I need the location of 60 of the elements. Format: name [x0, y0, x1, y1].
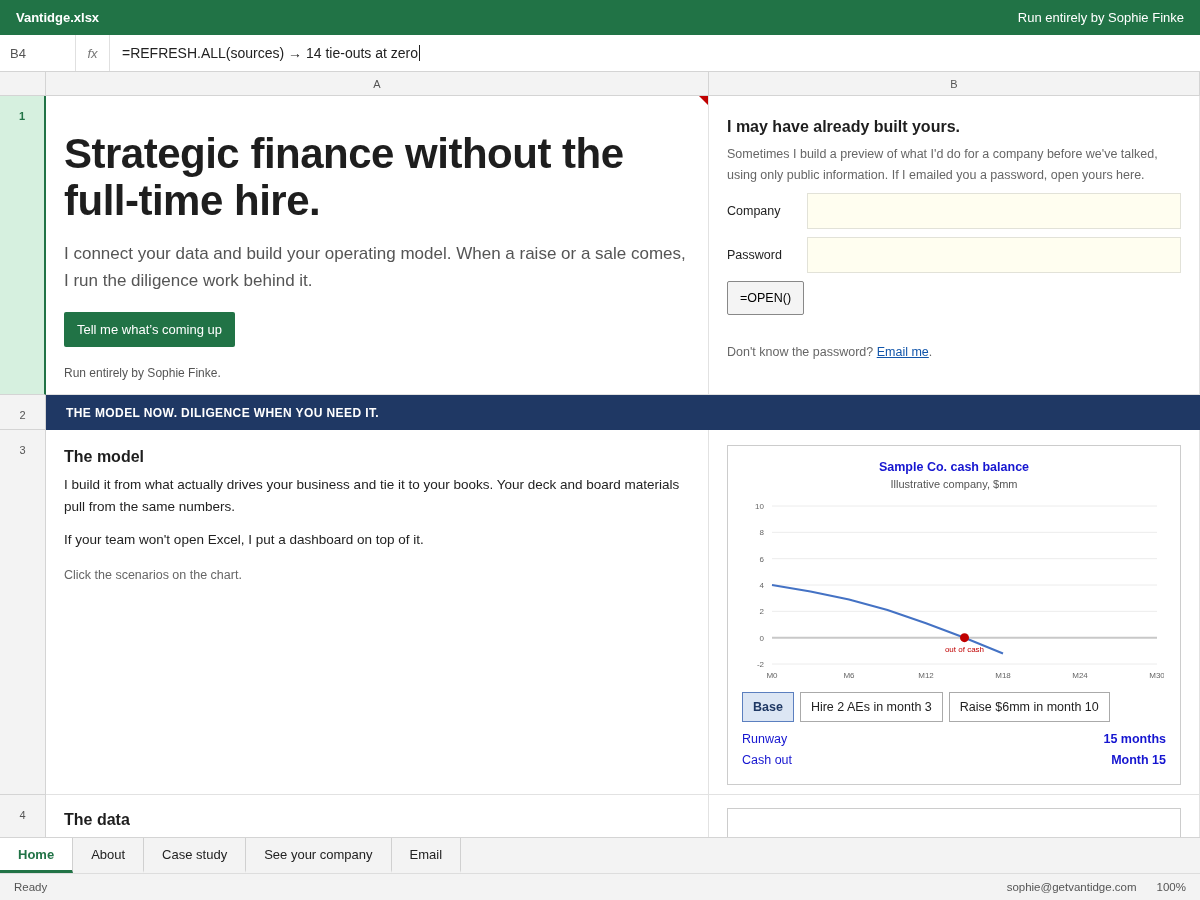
axis-tick-label: -2: [756, 660, 764, 669]
email-link[interactable]: Email me: [876, 345, 929, 360]
axis-tick-label: M12: [918, 671, 934, 680]
hero-lede: I connect your data and build your operating model. When a raise or a sale comes, I run the diligence work behind it.: [64, 243, 687, 293]
axis-tick-label: 0: [759, 633, 764, 643]
metric-value: 15 months: [1103, 732, 1166, 746]
body-text: I build it from what actually drives your business and tie it to your books. Your deck and board materials pull from the same numbers.: [64, 476, 681, 517]
help-text: Don't know the password? Email me.: [727, 345, 934, 360]
company-field[interactable]: [807, 193, 1181, 230]
chart-subtitle: Illustrative company, $mm: [889, 478, 1019, 490]
scenario-button[interactable]: Base: [742, 692, 794, 722]
chart-title: Sample Co. cash balance: [877, 460, 1031, 474]
open-button[interactable]: =OPEN(): [727, 281, 805, 316]
column-header[interactable]: A: [46, 72, 709, 95]
metric-value: Month 15: [1111, 753, 1166, 767]
section-heading: The data: [64, 811, 131, 829]
formula-text[interactable]: =REFRESH.ALL(sources) → 14 tie-outs at zero: [122, 45, 419, 61]
axis-tick-label: 6: [759, 554, 764, 564]
axis-tick-label: 4: [759, 581, 764, 590]
axis-tick-label: 8: [759, 528, 764, 538]
axis-tick-label: M24: [1072, 671, 1088, 680]
axis-tick-label: M30: [1149, 671, 1164, 680]
field-label: Password: [727, 248, 783, 263]
row-header[interactable]: 2: [0, 395, 46, 430]
title-tagline: Run entirely by Sophie Finke: [1017, 10, 1184, 25]
status-email: sophie@getvantidge.com: [1006, 881, 1137, 893]
scenario-button[interactable]: Hire 2 AEs in month 3: [799, 692, 943, 722]
password-field[interactable]: [807, 237, 1181, 274]
axis-tick-label: M0: [766, 671, 778, 680]
data-point-marker: [960, 633, 969, 643]
scenario-button[interactable]: Raise $6mm in month 10: [948, 692, 1110, 722]
hero-headline: Strategic finance without the full-time hire.: [64, 130, 625, 225]
sheet-tab[interactable]: Home: [0, 838, 74, 873]
row-header[interactable]: 4: [0, 795, 46, 837]
axis-tick-label: M6: [843, 671, 855, 680]
column-header[interactable]: B: [709, 72, 1200, 95]
field-label: Company: [727, 204, 782, 219]
axis-tick-label: 2: [759, 607, 764, 617]
section-banner: THE MODEL NOW. DILIGENCE WHEN YOU NEED IT.: [46, 395, 1200, 430]
preview-heading: I may have already built yours.: [727, 118, 961, 136]
function-label: fx: [76, 35, 110, 71]
file-name: Vantidge.xlsx: [16, 10, 100, 25]
status-text: Ready: [14, 881, 48, 893]
row-header[interactable]: 1: [0, 96, 46, 395]
cta-button[interactable]: Tell me what’s coming up: [64, 312, 235, 348]
body-text: If your team won't open Excel, I put a dashboard on top of it.: [64, 530, 425, 549]
axis-tick-label: 10: [755, 502, 764, 511]
zoom-level[interactable]: 100%: [1156, 881, 1186, 893]
axis-tick-label: M18: [995, 671, 1011, 680]
annotation-label: out of cash: [944, 644, 985, 654]
byline: Run entirely by Sophie Finke.: [64, 366, 222, 381]
name-box[interactable]: B4: [0, 35, 76, 71]
comment-marker-icon: [699, 96, 708, 105]
preview-text: Sometimes I build a preview of what I'd do for a company before we've talked, using only public information. If I emailed you a password, open yours here.: [727, 146, 1159, 184]
metric-label: Runway: [742, 732, 788, 746]
section-heading: The model: [64, 448, 145, 466]
row-header[interactable]: 3: [0, 430, 46, 795]
text-cursor: [419, 45, 421, 61]
metric-label: Cash out: [742, 753, 793, 767]
hint-text: Click the scenarios on the chart.: [64, 566, 243, 584]
